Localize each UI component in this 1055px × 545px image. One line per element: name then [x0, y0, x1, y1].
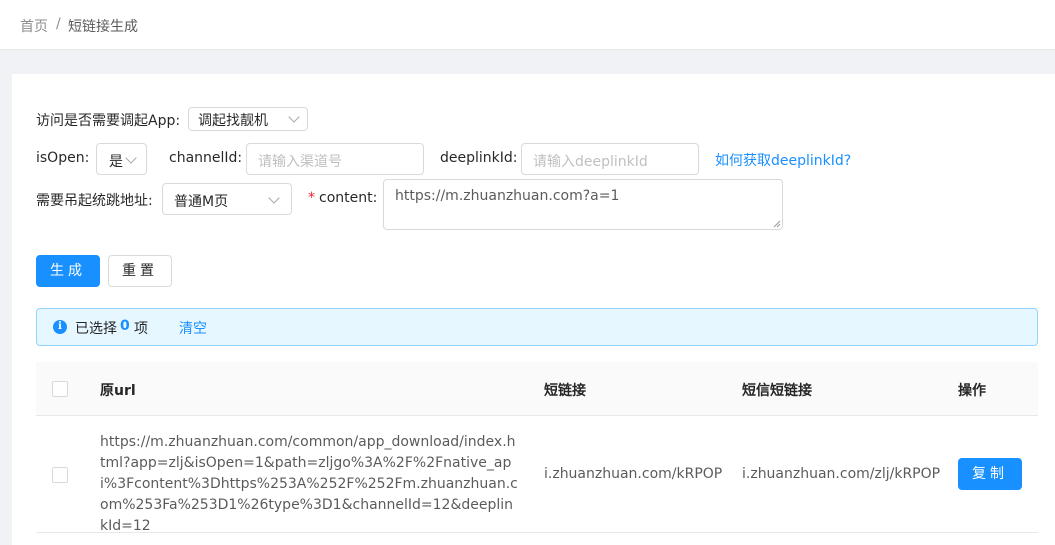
row-checkbox[interactable] [52, 467, 68, 483]
jump-address-label: 需要吊起统跳地址: [36, 193, 153, 209]
textarea-resize-icon[interactable] [773, 220, 781, 228]
channel-id-placeholder: 请输入渠道号 [258, 154, 342, 170]
table-row: https://m.zhuanzhuan.com/common/app_down… [36, 416, 1038, 534]
breadcrumb-separator: / [56, 16, 61, 32]
original-url-cell: https://m.zhuanzhuan.com/common/app_down… [100, 434, 518, 534]
deeplink-id-placeholder: 请输入deeplinkId [533, 154, 648, 170]
short-link-cell: i.zhuanzhuan.com/kRPOP [544, 466, 723, 482]
clear-selection-link[interactable]: 清空 [179, 318, 207, 338]
chevron-down-icon [288, 111, 300, 123]
invoke-app-value: 调起找靓机 [198, 113, 268, 129]
selection-count: 0 [120, 318, 130, 334]
jump-address-value: 普通M页 [174, 194, 229, 210]
chevron-down-icon [125, 152, 137, 164]
reset-button[interactable]: 重置 [108, 255, 172, 287]
copy-button[interactable]: 复制 [958, 458, 1022, 490]
is-open-select[interactable]: 是 [96, 143, 147, 175]
is-open-value: 是 [109, 154, 123, 170]
sms-short-link-cell: i.zhuanzhuan.com/zlj/kRPOP [742, 466, 941, 482]
selection-suffix: 项 [134, 321, 148, 337]
info-icon: i [53, 320, 67, 334]
select-all-checkbox[interactable] [52, 381, 68, 397]
deeplink-help-link[interactable]: 如何获取deeplinkId? [715, 150, 851, 170]
jump-address-select[interactable]: 普通M页 [162, 183, 292, 215]
content-card: 访问是否需要调起App: 调起找靓机 isOpen: 是 channelId: … [12, 74, 1055, 545]
column-action: 操作 [958, 383, 986, 399]
chevron-down-icon [268, 192, 280, 204]
invoke-app-select[interactable]: 调起找靓机 [188, 107, 308, 131]
content-value: https://m.zhuanzhuan.com?a=1 [395, 188, 620, 204]
is-open-label: isOpen: [36, 150, 90, 166]
table-header: 原url 短链接 短信短链接 操作 [36, 362, 1038, 416]
content-label: * content: [308, 190, 378, 206]
selection-prefix: 已选择 [75, 321, 117, 337]
breadcrumb-home[interactable]: 首页 [20, 16, 48, 36]
channel-id-label: channelId: [169, 150, 243, 166]
column-sms-short-link: 短信短链接 [742, 383, 812, 399]
column-short-link: 短链接 [544, 383, 586, 399]
content-textarea[interactable]: https://m.zhuanzhuan.com?a=1 [383, 179, 783, 230]
required-mark: * [308, 190, 315, 206]
column-original-url: 原url [100, 383, 136, 399]
deeplink-id-label: deeplinkId: [440, 150, 518, 166]
selection-alert: i 已选择 0 项 清空 [36, 308, 1038, 346]
breadcrumb-current: 短链接生成 [68, 19, 138, 35]
generate-button[interactable]: 生成 [36, 255, 100, 287]
invoke-app-label: 访问是否需要调起App: [36, 113, 181, 129]
top-bar: 首页 / 短链接生成 [0, 0, 1055, 50]
deeplink-id-input[interactable]: 请输入deeplinkId [521, 143, 699, 175]
channel-id-input[interactable]: 请输入渠道号 [246, 143, 424, 175]
